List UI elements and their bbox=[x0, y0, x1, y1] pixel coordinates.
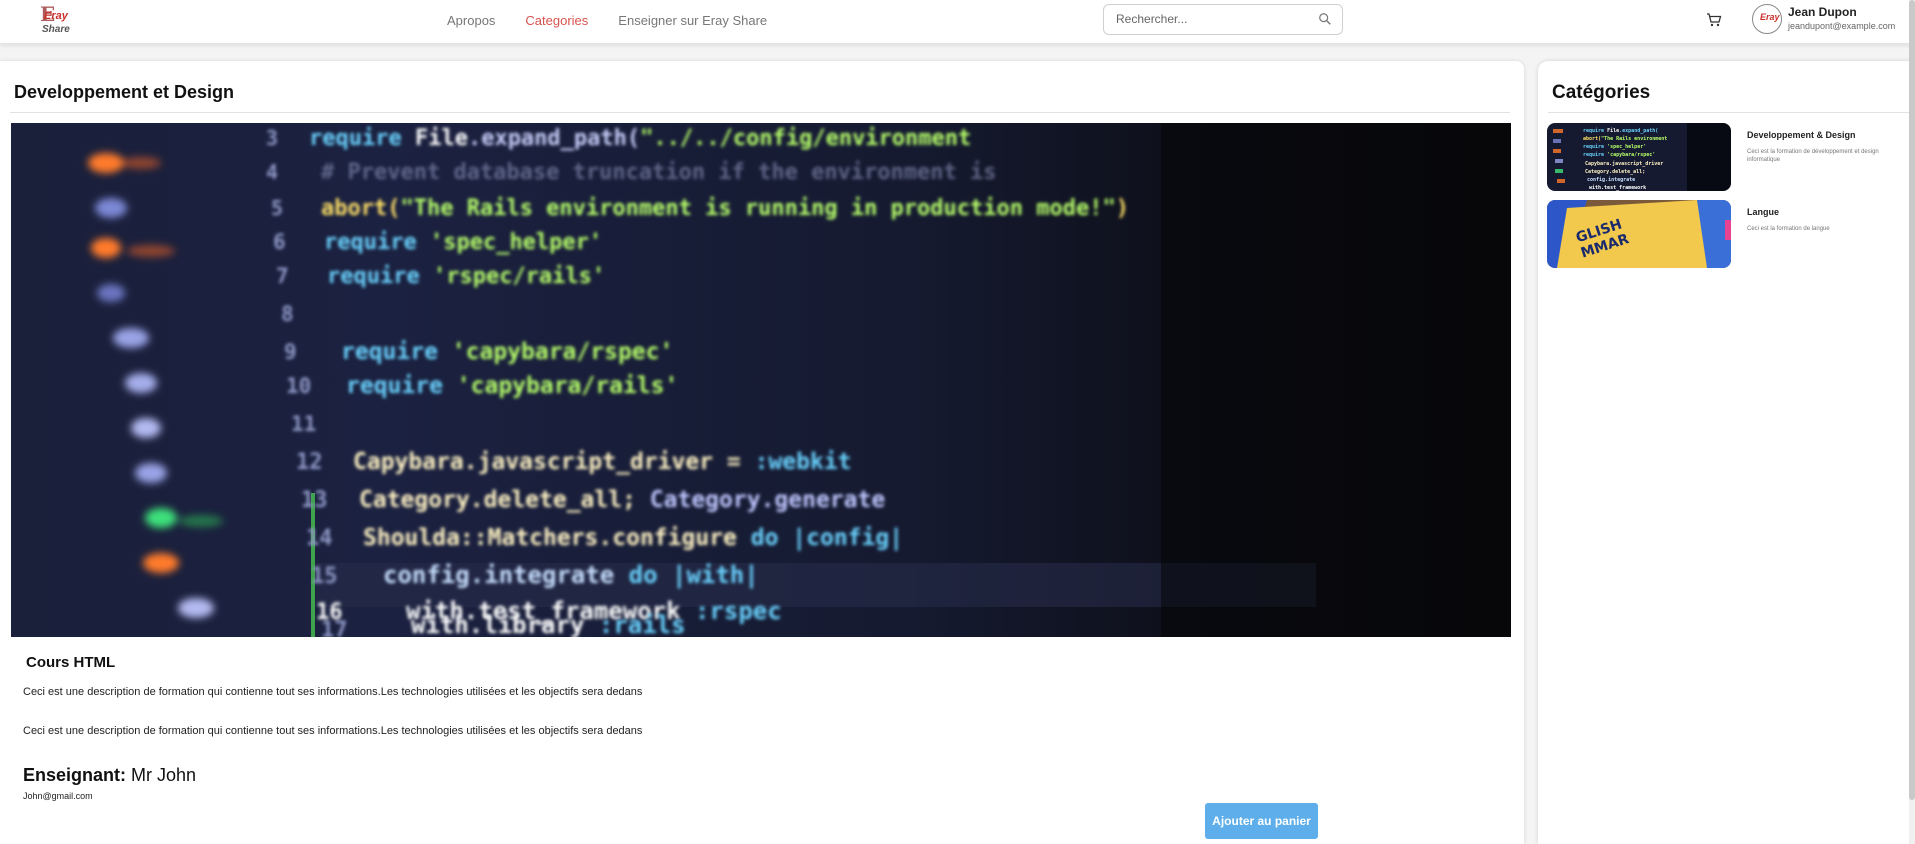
teacher-name: Mr John bbox=[131, 765, 197, 785]
svg-text:Capybara.javascript_driver = :: Capybara.javascript_driver = :webkit bbox=[353, 449, 852, 475]
categories-sidebar: Catégories require File.expand_path( abo… bbox=[1538, 61, 1915, 844]
svg-text:11: 11 bbox=[291, 412, 316, 436]
svg-text:15: 15 bbox=[311, 564, 338, 589]
logo-line2: Share bbox=[42, 24, 70, 35]
user-avatar[interactable]: Eray bbox=[1752, 4, 1782, 34]
svg-text:4: 4 bbox=[266, 160, 278, 184]
category-description: Ceci est la formation de langue bbox=[1747, 226, 1830, 232]
course-panel: Developpement et Design 3 require File.e… bbox=[0, 61, 1524, 844]
svg-text:require 'spec_helper': require 'spec_helper' bbox=[324, 230, 602, 255]
svg-text:10: 10 bbox=[286, 374, 311, 398]
search-box bbox=[1103, 4, 1343, 35]
category-thumbnail-langue: GLISH MMAR bbox=[1547, 200, 1731, 268]
svg-text:require 'capybara/rspec': require 'capybara/rspec' bbox=[341, 339, 673, 365]
page-title: Developpement et Design bbox=[14, 82, 235, 102]
svg-text:require 'rspec/rails': require 'rspec/rails' bbox=[327, 264, 605, 289]
teacher-label: Enseignant: bbox=[23, 765, 127, 785]
scrollbar-thumb[interactable] bbox=[1909, 0, 1915, 800]
svg-text:Category.delete_all; Category.: Category.delete_all; Category.generate bbox=[359, 487, 885, 513]
category-name: Developpement & Design bbox=[1747, 130, 1856, 140]
logo-line1: Eray bbox=[44, 10, 68, 22]
category-card-langue[interactable]: GLISH MMAR Langue Ceci est la formation … bbox=[1547, 200, 1907, 268]
svg-text:require File.expand_path("../.: require File.expand_path("../../config/e… bbox=[309, 126, 971, 151]
search-icon[interactable] bbox=[1318, 12, 1332, 26]
svg-text:Shoulda::Matchers.configure do: Shoulda::Matchers.configure do |config| bbox=[363, 525, 903, 551]
top-navbar: E Eray Share Apropos Categories Enseigne… bbox=[0, 0, 1915, 44]
category-thumbnail-dev-design: require File.expand_path( abort("The Rai… bbox=[1547, 123, 1731, 191]
svg-text:with.library :rails: with.library :rails bbox=[411, 611, 686, 637]
svg-text:Capybara.javascript_driver: Capybara.javascript_driver bbox=[1585, 160, 1663, 167]
svg-text:config.integrate: config.integrate bbox=[1587, 177, 1635, 183]
svg-text:14: 14 bbox=[306, 526, 333, 551]
svg-text:17: 17 bbox=[321, 618, 348, 637]
svg-text:require File.expand_path(: require File.expand_path( bbox=[1583, 128, 1658, 134]
svg-text:require 'spec_helper': require 'spec_helper' bbox=[1583, 144, 1646, 150]
svg-text:6: 6 bbox=[273, 230, 286, 254]
course-description-repeat: Ceci est une description de formation qu… bbox=[23, 725, 643, 737]
svg-text:12: 12 bbox=[296, 450, 323, 475]
svg-text:7: 7 bbox=[276, 264, 289, 288]
course-title: Cours HTML bbox=[26, 654, 116, 671]
title-divider bbox=[10, 112, 1510, 113]
search-input[interactable] bbox=[1116, 12, 1306, 26]
svg-text:abort("The Rails environment i: abort("The Rails environment is running … bbox=[321, 196, 1129, 221]
hero-code-illustration: 3 require File.expand_path("../../config… bbox=[11, 123, 1511, 637]
svg-text:with.test_framework: with.test_framework bbox=[1589, 185, 1646, 191]
add-to-cart-button[interactable]: Ajouter au panier bbox=[1205, 803, 1318, 839]
nav-link-enseigner[interactable]: Enseigner sur Eray Share bbox=[618, 13, 767, 28]
user-email: jeandupont@example.com bbox=[1788, 21, 1896, 31]
brand-logo[interactable]: E Eray Share bbox=[36, 2, 78, 40]
svg-text:13: 13 bbox=[301, 488, 328, 513]
svg-text:3: 3 bbox=[266, 126, 278, 150]
user-name: Jean Dupon bbox=[1788, 5, 1857, 19]
teacher-info: Enseignant: Mr John bbox=[23, 765, 196, 786]
svg-text:require 'capybara/rails': require 'capybara/rails' bbox=[346, 373, 678, 399]
svg-text:Category.delete_all;: Category.delete_all; bbox=[1585, 169, 1645, 175]
category-name: Langue bbox=[1747, 207, 1780, 217]
sidebar-divider bbox=[1548, 112, 1915, 113]
course-hero-image: 3 require File.expand_path("../../config… bbox=[11, 123, 1511, 637]
main-nav: Apropos Categories Enseigner sur Eray Sh… bbox=[447, 13, 797, 28]
category-card-dev-design[interactable]: require File.expand_path( abort("The Rai… bbox=[1547, 123, 1907, 191]
nav-link-apropos[interactable]: Apropos bbox=[447, 13, 495, 28]
cart-icon[interactable] bbox=[1706, 12, 1722, 28]
page-scrollbar[interactable] bbox=[1909, 0, 1915, 844]
svg-text:require 'capybara/rspec': require 'capybara/rspec' bbox=[1583, 152, 1655, 158]
svg-text:# Prevent database truncation: # Prevent database truncation if the env… bbox=[321, 160, 997, 185]
avatar-logo-text: Eray bbox=[1760, 12, 1780, 22]
svg-text:abort("The Rails environment: abort("The Rails environment bbox=[1583, 136, 1667, 142]
sidebar-title: Catégories bbox=[1552, 82, 1651, 103]
teacher-email: John@gmail.com bbox=[23, 791, 93, 801]
svg-text:5: 5 bbox=[271, 196, 283, 220]
category-description: Ceci est la formation de développement e… bbox=[1747, 149, 1879, 163]
svg-text:9: 9 bbox=[284, 340, 297, 364]
nav-link-categories[interactable]: Categories bbox=[525, 13, 588, 28]
svg-text:8: 8 bbox=[281, 302, 294, 326]
svg-text:config.integrate do |with|: config.integrate do |with| bbox=[383, 561, 759, 589]
course-description: Ceci est une description de formation qu… bbox=[23, 686, 643, 698]
